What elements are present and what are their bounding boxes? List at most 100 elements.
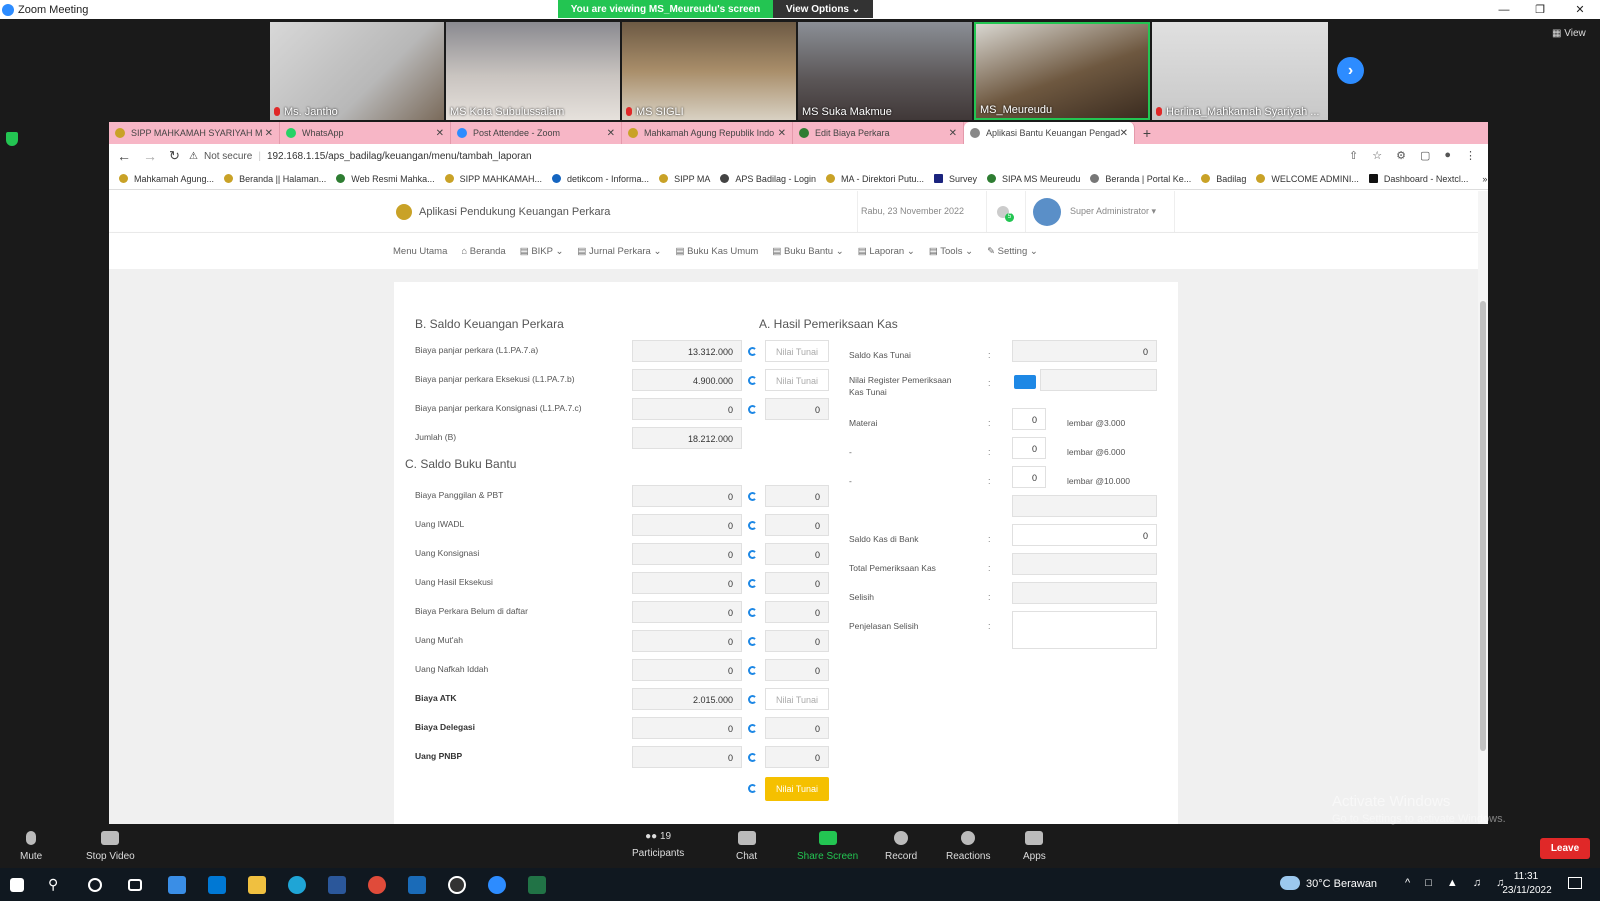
nav-beranda[interactable]: ⌂ Beranda [461, 246, 505, 257]
refresh-icon[interactable] [748, 405, 757, 414]
c-row-value[interactable]: 2.015.000 [632, 688, 742, 710]
bookmark-item[interactable]: Badilag [1201, 174, 1246, 184]
star-icon[interactable]: ☆ [1372, 149, 1382, 162]
extensions-icon[interactable]: ⚙ [1396, 149, 1406, 162]
c-row-cash-input[interactable]: 0 [765, 572, 829, 594]
chrome-icon[interactable] [368, 876, 386, 894]
next-page-arrow-icon[interactable]: › [1337, 57, 1364, 84]
c-row-value[interactable]: 0 [632, 746, 742, 768]
profile-icon[interactable]: ● [1444, 149, 1451, 162]
money-icon[interactable] [1014, 375, 1036, 389]
apps-button[interactable]: Apps [1023, 831, 1046, 862]
nav-buku-bantu[interactable]: ▤ Buku Bantu ⌄ [772, 246, 843, 257]
refresh-icon[interactable] [748, 724, 757, 733]
b-row-value[interactable]: 4.900.000 [632, 369, 742, 391]
excel-icon[interactable] [528, 876, 546, 894]
c-row-value[interactable]: 0 [632, 601, 742, 623]
browser-tab[interactable]: Post Attendee - Zoom ✕ [451, 122, 622, 144]
notification-center-icon[interactable] [1568, 877, 1582, 889]
b-row-value[interactable]: 0 [632, 398, 742, 420]
b-row-cash-input[interactable]: Nilai Tunai [765, 340, 829, 362]
b-row-cash-input[interactable]: 0 [765, 398, 829, 420]
c-row-cash-input[interactable]: 0 [765, 514, 829, 536]
browser-tab[interactable]: SIPP MAHKAMAH SYARIYAH M ✕ [109, 122, 280, 144]
edge-icon[interactable] [288, 876, 306, 894]
c-row-value[interactable]: 0 [632, 717, 742, 739]
c-row-cash-input[interactable]: 0 [765, 485, 829, 507]
search-icon[interactable]: ⚲ [48, 876, 66, 894]
zoom-icon[interactable] [488, 876, 506, 894]
nav-setting[interactable]: ✎ Setting ⌄ [987, 246, 1038, 257]
share-icon[interactable]: ⇧ [1349, 149, 1358, 162]
file-explorer-icon[interactable] [248, 876, 266, 894]
forward-icon[interactable]: → [143, 148, 157, 164]
nav-bikp[interactable]: ▤ BIKP ⌄ [520, 246, 564, 257]
url-field[interactable]: ⚠ Not secure | 192.168.1.15/aps_badilag/… [189, 147, 1429, 166]
mail-icon[interactable] [208, 876, 226, 894]
nav-menu-utama[interactable]: Menu Utama [393, 246, 447, 257]
photos-icon[interactable] [408, 876, 426, 894]
tab-close-icon[interactable]: ✕ [778, 128, 786, 139]
refresh-icon[interactable] [748, 579, 757, 588]
close-icon[interactable]: ✕ [1562, 0, 1598, 19]
store-icon[interactable] [168, 876, 186, 894]
windows-start-icon[interactable] [10, 878, 24, 892]
refresh-icon[interactable] [748, 550, 757, 559]
new-tab-icon[interactable]: + [1135, 122, 1159, 144]
bookmark-item[interactable]: Mahkamah Agung... [119, 174, 214, 184]
bookmark-item[interactable]: Web Resmi Mahka... [336, 174, 435, 184]
refresh-icon[interactable] [748, 521, 757, 530]
bookmark-item[interactable]: SIPP MA [659, 174, 710, 184]
leave-button[interactable]: Leave [1540, 838, 1590, 859]
nilai-tunai-button[interactable]: Nilai Tunai [765, 777, 829, 801]
view-options-button[interactable]: View Options ⌄ [773, 0, 873, 18]
scrollbar-thumb[interactable] [1480, 301, 1486, 751]
refresh-icon[interactable] [748, 376, 757, 385]
refresh-icon[interactable] [748, 608, 757, 617]
share-screen-button[interactable]: Share Screen [797, 831, 858, 862]
cortana-icon[interactable] [88, 878, 102, 892]
saldo-bank-input[interactable]: 0 [1012, 524, 1157, 546]
tab-close-icon[interactable]: ✕ [1120, 128, 1128, 139]
penjelasan-textarea[interactable] [1012, 611, 1157, 649]
nav-tools[interactable]: ▤ Tools ⌄ [929, 246, 973, 257]
chat-button[interactable]: Chat [736, 831, 757, 862]
c-row-cash-input[interactable]: 0 [765, 746, 829, 768]
reactions-button[interactable]: Reactions [946, 831, 990, 862]
tab-close-icon[interactable]: ✕ [607, 128, 615, 139]
materai-count-input[interactable]: 0 [1012, 408, 1046, 430]
sidebar-icon[interactable]: ▢ [1420, 149, 1430, 162]
menu-icon[interactable]: ⋮ [1465, 149, 1476, 162]
stop-video-button[interactable]: Stop Video [86, 831, 135, 862]
back-icon[interactable]: ← [117, 148, 131, 164]
refresh-icon[interactable] [748, 695, 757, 704]
c-row-cash-input[interactable]: 0 [765, 659, 829, 681]
c-row-cash-input[interactable]: 0 [765, 630, 829, 652]
bookmark-item[interactable]: detikcom - Informa... [552, 174, 649, 184]
obs-icon[interactable] [448, 876, 466, 894]
nilai-register-input[interactable] [1040, 369, 1157, 391]
record-button[interactable]: Record [885, 831, 917, 862]
c-row-value[interactable]: 0 [632, 514, 742, 536]
tab-close-icon[interactable]: ✕ [265, 128, 273, 139]
weather-text[interactable]: 30°C Berawan [1306, 878, 1377, 890]
saldo-kas-tunai-input[interactable]: 0 [1012, 340, 1157, 362]
c-row-value[interactable]: 0 [632, 543, 742, 565]
system-tray-icons[interactable]: ^ □ ▲ ♫ ♫ [1405, 877, 1510, 889]
c-row-value[interactable]: 0 [632, 572, 742, 594]
more-bookmarks-icon[interactable]: » [1482, 174, 1487, 184]
restore-icon[interactable]: ❐ [1522, 0, 1558, 19]
tab-close-icon[interactable]: ✕ [949, 128, 957, 139]
refresh-icon[interactable] [748, 637, 757, 646]
nav-laporan[interactable]: ▤ Laporan ⌄ [858, 246, 915, 257]
c-row-value[interactable]: 0 [632, 630, 742, 652]
bookmark-item[interactable]: Beranda || Halaman... [224, 174, 326, 184]
browser-tab[interactable]: Mahkamah Agung Republik Indo ✕ [622, 122, 793, 144]
b-row-cash-input[interactable]: Nilai Tunai [765, 369, 829, 391]
nav-jurnal-perkara[interactable]: ▤ Jurnal Perkara ⌄ [577, 246, 661, 257]
bookmark-item[interactable]: SIPA MS Meureudu [987, 174, 1080, 184]
c-row-value[interactable]: 0 [632, 485, 742, 507]
refresh-icon[interactable] [748, 784, 757, 793]
refresh-icon[interactable] [748, 666, 757, 675]
video-tile[interactable]: MS Suka Makmue [798, 22, 972, 120]
